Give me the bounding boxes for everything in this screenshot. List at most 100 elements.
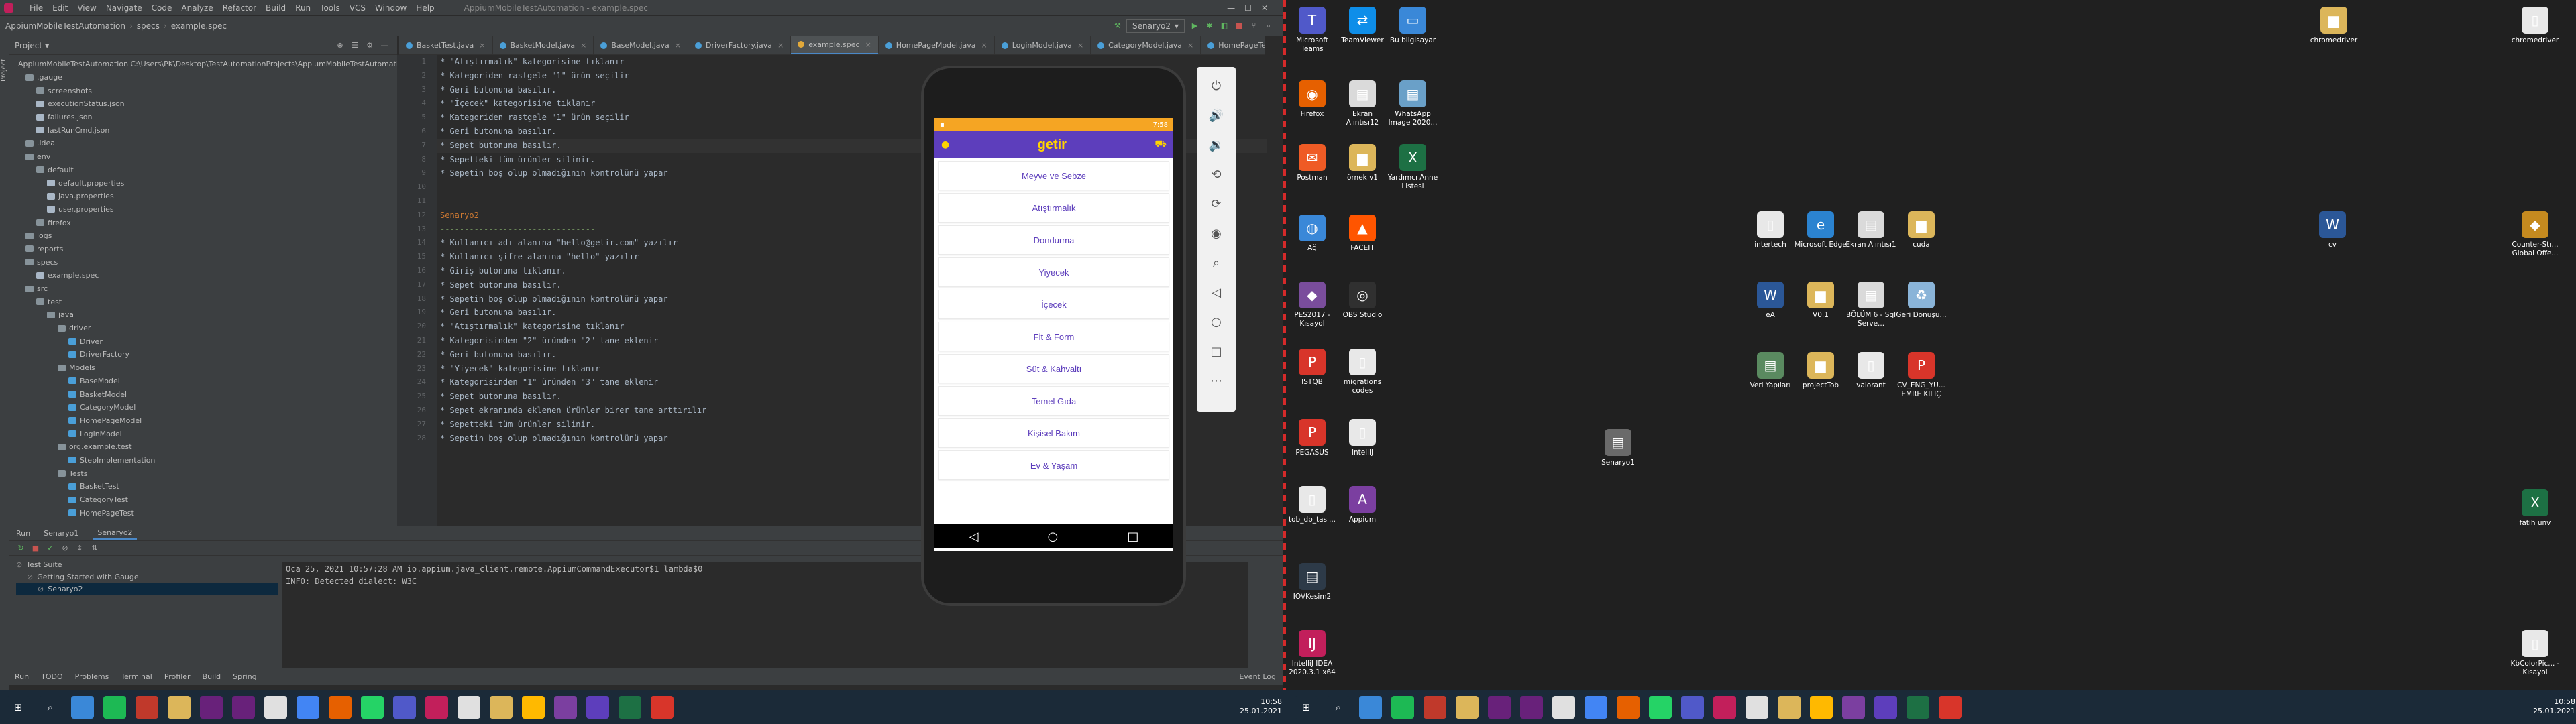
basket-icon[interactable]: ⛟ <box>1155 139 1167 151</box>
tab-close-icon[interactable]: × <box>981 41 987 50</box>
appium-icon[interactable] <box>1842 696 1865 719</box>
collapse-all-icon[interactable]: ☰ <box>349 40 361 52</box>
rerun-icon[interactable]: ↻ <box>15 542 27 554</box>
tree-item[interactable]: executionStatus.json <box>9 97 397 111</box>
tree-item[interactable]: .idea <box>9 137 397 150</box>
bottom-tab-profiler[interactable]: Profiler <box>164 672 191 681</box>
run-tab[interactable]: Senaryo1 <box>40 528 83 539</box>
editor-tab[interactable]: HomePageModel.java × <box>879 36 995 54</box>
desktop-icon[interactable]: e Microsoft Edge <box>1794 211 1847 249</box>
show-passed-icon[interactable]: ✓ <box>44 542 56 554</box>
run-tab[interactable]: Senaryo2 <box>93 527 137 540</box>
project-tool-tab[interactable]: Project <box>0 42 7 82</box>
bottom-tab-build[interactable]: Build <box>203 672 221 681</box>
menu-item-edit[interactable]: Edit <box>52 3 68 13</box>
github-icon[interactable] <box>1552 696 1575 719</box>
explorer-icon[interactable] <box>1810 696 1833 719</box>
camera-icon[interactable]: ◉ <box>1211 219 1222 248</box>
tree-item[interactable]: Tests <box>9 467 397 480</box>
desktop-icon[interactable]: ▲ FACEIT <box>1336 215 1389 253</box>
sort-icon[interactable]: ↕ <box>74 542 86 554</box>
maximize-icon[interactable]: ☐ <box>1244 3 1252 13</box>
tree-item[interactable]: user.properties <box>9 203 397 217</box>
tree-item[interactable]: default <box>9 164 397 177</box>
file-explorer-icon[interactable] <box>168 696 191 719</box>
test-tree-item[interactable]: ⊘ Getting Started with Gauge <box>16 570 278 583</box>
intellij-icon[interactable] <box>425 696 448 719</box>
event-log-tab[interactable]: Event Log <box>1239 672 1276 681</box>
vscode-icon[interactable] <box>1520 696 1543 719</box>
desktop-icon[interactable]: ▤ WhatsApp Image 2020... <box>1387 80 1439 127</box>
stop-icon[interactable]: ■ <box>1233 20 1245 32</box>
whatsapp-icon[interactable] <box>1649 696 1672 719</box>
desktop-icon[interactable]: ▆ projectTob <box>1794 352 1847 390</box>
desktop-icon[interactable]: ▯ valorant <box>1845 352 1897 390</box>
tree-item[interactable]: default.properties <box>9 176 397 190</box>
tree-item[interactable]: org.example.test <box>9 440 397 454</box>
breadcrumb-file[interactable]: example.spec <box>171 21 227 31</box>
expand-icon[interactable]: ⇅ <box>89 542 101 554</box>
bottom-tab-todo[interactable]: TODO <box>41 672 63 681</box>
menu-item-help[interactable]: Help <box>416 3 434 13</box>
menu-item-build[interactable]: Build <box>266 3 286 13</box>
breadcrumb-project[interactable]: AppiumMobileTestAutomation <box>5 21 125 31</box>
tree-item[interactable]: screenshots <box>9 84 397 97</box>
emu-home-icon[interactable]: ○ <box>1211 307 1222 337</box>
stop-run-icon[interactable]: ■ <box>30 542 42 554</box>
menu-item-window[interactable]: Window <box>375 3 407 13</box>
android-studio-icon[interactable] <box>1874 696 1897 719</box>
desktop-icon[interactable]: Wcv <box>2306 211 2359 249</box>
task-view-icon[interactable] <box>1359 696 1382 719</box>
category-item[interactable]: Dondurma <box>938 225 1169 255</box>
tree-item[interactable]: env <box>9 150 397 164</box>
tree-item[interactable]: CategoryTest <box>9 493 397 507</box>
tree-item[interactable]: CategoryModel <box>9 401 397 414</box>
tree-item[interactable]: java <box>9 308 397 322</box>
desktop-icon[interactable]: ▆ chromedriver <box>2308 7 2360 45</box>
category-item[interactable]: Temel Gıda <box>938 386 1169 416</box>
tree-item[interactable]: HomePageModel <box>9 414 397 428</box>
emu-overview-icon[interactable]: □ <box>1210 337 1222 366</box>
visual-studio-icon[interactable] <box>200 696 223 719</box>
whatsapp-icon[interactable] <box>361 696 384 719</box>
github-icon[interactable] <box>264 696 287 719</box>
tree-item[interactable]: example.spec <box>9 269 397 282</box>
folder-icon[interactable] <box>490 696 513 719</box>
desktop-icon[interactable]: ▤ Ekran Alıntısı12 <box>1336 80 1389 127</box>
rotate-left-icon[interactable]: ⟲ <box>1211 160 1221 189</box>
editor-tab[interactable]: DriverFactory.java × <box>688 36 792 54</box>
terminal-icon[interactable] <box>1907 696 1929 719</box>
bottom-tab-spring[interactable]: Spring <box>233 672 257 681</box>
run-config-select[interactable]: Senaryo2 ▾ <box>1126 19 1185 33</box>
tree-item[interactable]: failures.json <box>9 111 397 124</box>
spotify-icon[interactable] <box>1391 696 1414 719</box>
hide-panel-icon[interactable]: — <box>378 40 390 52</box>
tab-close-icon[interactable]: × <box>1077 41 1083 50</box>
close-icon[interactable]: ✕ <box>1261 3 1268 13</box>
desktop-icon[interactable]: ▤ IOVKesim2 <box>1286 563 1338 601</box>
desktop-icon[interactable]: ▤ Ekran Alıntısı1 <box>1845 211 1897 249</box>
tree-item[interactable]: BasketTest <box>9 480 397 493</box>
taskbar-clock-2[interactable]: 10:58 25.01.2021 <box>2533 697 2575 716</box>
android-studio-icon[interactable] <box>586 696 609 719</box>
bottom-tab-run[interactable]: Run <box>15 672 29 681</box>
desktop-icon[interactable]: ▭ Bu bilgisayar <box>1387 7 1439 45</box>
tab-close-icon[interactable]: × <box>777 41 784 50</box>
desktop-icon[interactable]: P CV_ENG_YU... EMRE KILIÇ <box>1895 352 1947 399</box>
menu-item-refactor[interactable]: Refactor <box>223 3 256 13</box>
tab-close-icon[interactable]: × <box>675 41 681 50</box>
coverage-icon[interactable]: ◧ <box>1218 20 1230 32</box>
tree-item[interactable]: test <box>9 295 397 308</box>
desktop-icon[interactable]: ◆ Counter-Str... Global Offe... <box>2509 211 2561 258</box>
recents-icon[interactable]: □ <box>1127 530 1138 544</box>
desktop-icon[interactable]: ▯ intertech <box>1744 211 1796 249</box>
rotate-right-icon[interactable]: ⟳ <box>1211 189 1221 219</box>
menu-item-view[interactable]: View <box>77 3 96 13</box>
home-icon[interactable]: ○ <box>1048 530 1059 544</box>
tree-item[interactable]: Driver <box>9 335 397 348</box>
visual-studio-icon[interactable] <box>1488 696 1511 719</box>
desktop-icon[interactable]: ▯ migrations codes <box>1336 349 1389 396</box>
desktop-icon[interactable]: ◉ Firefox <box>1286 80 1338 119</box>
editor-tab[interactable]: CategoryModel.java × <box>1091 36 1201 54</box>
desktop-icon[interactable]: X Yardımcı Anne Listesi <box>1387 144 1439 191</box>
